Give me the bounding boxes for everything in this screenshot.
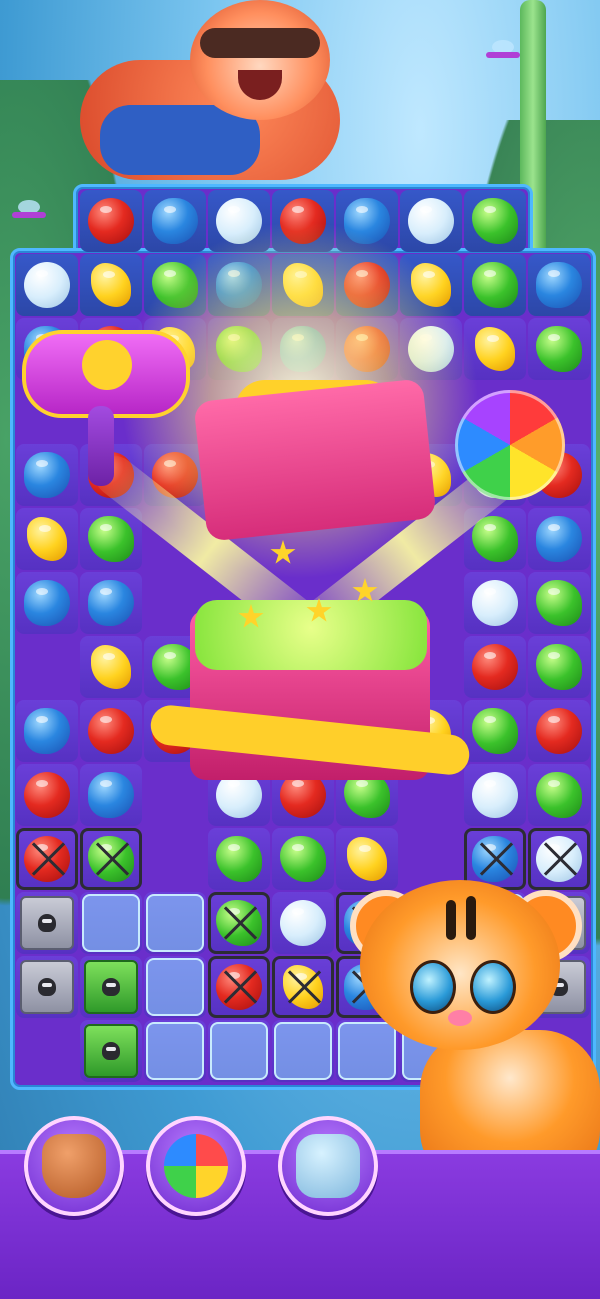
gift-lid <box>193 378 437 542</box>
ice-block-icon <box>146 958 204 1016</box>
board-cell[interactable] <box>16 892 78 954</box>
board-cell[interactable] <box>464 254 526 316</box>
board-cell[interactable] <box>80 254 142 316</box>
hammer-booster-button[interactable] <box>278 1116 378 1216</box>
gem-icon <box>164 1134 228 1198</box>
board-cell[interactable] <box>272 892 334 954</box>
board-cell[interactable] <box>144 190 206 252</box>
cage-blocker-icon <box>272 956 334 1018</box>
blue-plum-tile <box>536 262 582 308</box>
green-lemon-tile <box>216 836 262 882</box>
board-cell[interactable] <box>208 828 270 890</box>
green-lemon-tile <box>472 262 518 308</box>
board-cell[interactable] <box>272 1020 334 1082</box>
hammer-booster-reward-icon <box>22 330 190 486</box>
ice-block-icon <box>146 894 204 952</box>
ice-block-icon <box>146 1022 204 1080</box>
ice-block-icon <box>274 1022 332 1080</box>
gift-box-top <box>195 600 427 670</box>
white-apple-tile <box>24 262 70 308</box>
cage-blocker-icon <box>80 828 142 890</box>
green-skull-chest-icon <box>84 1024 138 1078</box>
ice-block-icon <box>210 1022 268 1080</box>
board-cell[interactable] <box>144 892 206 954</box>
board-cell[interactable] <box>208 956 270 1018</box>
board-cell[interactable] <box>144 1020 206 1082</box>
green-lemon-tile <box>280 836 326 882</box>
glove-booster-button[interactable] <box>24 1116 124 1216</box>
blue-plum-tile <box>152 198 198 244</box>
board-cell[interactable] <box>16 828 78 890</box>
board-cell[interactable] <box>464 190 526 252</box>
board-cell[interactable] <box>80 1020 142 1082</box>
board-cell[interactable] <box>400 190 462 252</box>
gem-booster-button[interactable] <box>146 1116 246 1216</box>
green-skull-chest-icon <box>84 960 138 1014</box>
white-apple-tile <box>280 900 326 946</box>
board-cell[interactable] <box>80 956 142 1018</box>
ice-block-icon <box>82 894 140 952</box>
yellow-banana-tile <box>91 263 131 307</box>
board-cell[interactable] <box>528 254 590 316</box>
rainbow-ball-icon <box>455 390 565 500</box>
board-cell-empty <box>144 828 206 890</box>
cage-blocker-icon <box>208 956 270 1018</box>
red-apple-tile <box>88 198 134 244</box>
skull-chest-icon <box>20 896 74 950</box>
board-cell[interactable] <box>80 892 142 954</box>
game-scene <box>0 0 600 1299</box>
white-apple-tile <box>408 198 454 244</box>
green-lemon-tile <box>472 198 518 244</box>
glove-icon <box>42 1134 106 1198</box>
cage-blocker-icon <box>208 892 270 954</box>
board-cell[interactable] <box>208 892 270 954</box>
hammer-icon <box>296 1134 360 1198</box>
star-icon <box>270 540 296 564</box>
board-cell[interactable] <box>80 828 142 890</box>
board-cell[interactable] <box>272 828 334 890</box>
dragonfly-icon <box>478 40 528 70</box>
board-cell[interactable] <box>208 1020 270 1082</box>
tiger-character <box>350 860 600 1200</box>
board-cell[interactable] <box>144 956 206 1018</box>
board-cell[interactable] <box>16 956 78 1018</box>
board-cell[interactable] <box>80 190 142 252</box>
skull-chest-icon <box>20 960 74 1014</box>
board-cell[interactable] <box>272 956 334 1018</box>
board-cell[interactable] <box>16 254 78 316</box>
cage-blocker-icon <box>16 828 78 890</box>
reward-animation <box>0 320 600 820</box>
